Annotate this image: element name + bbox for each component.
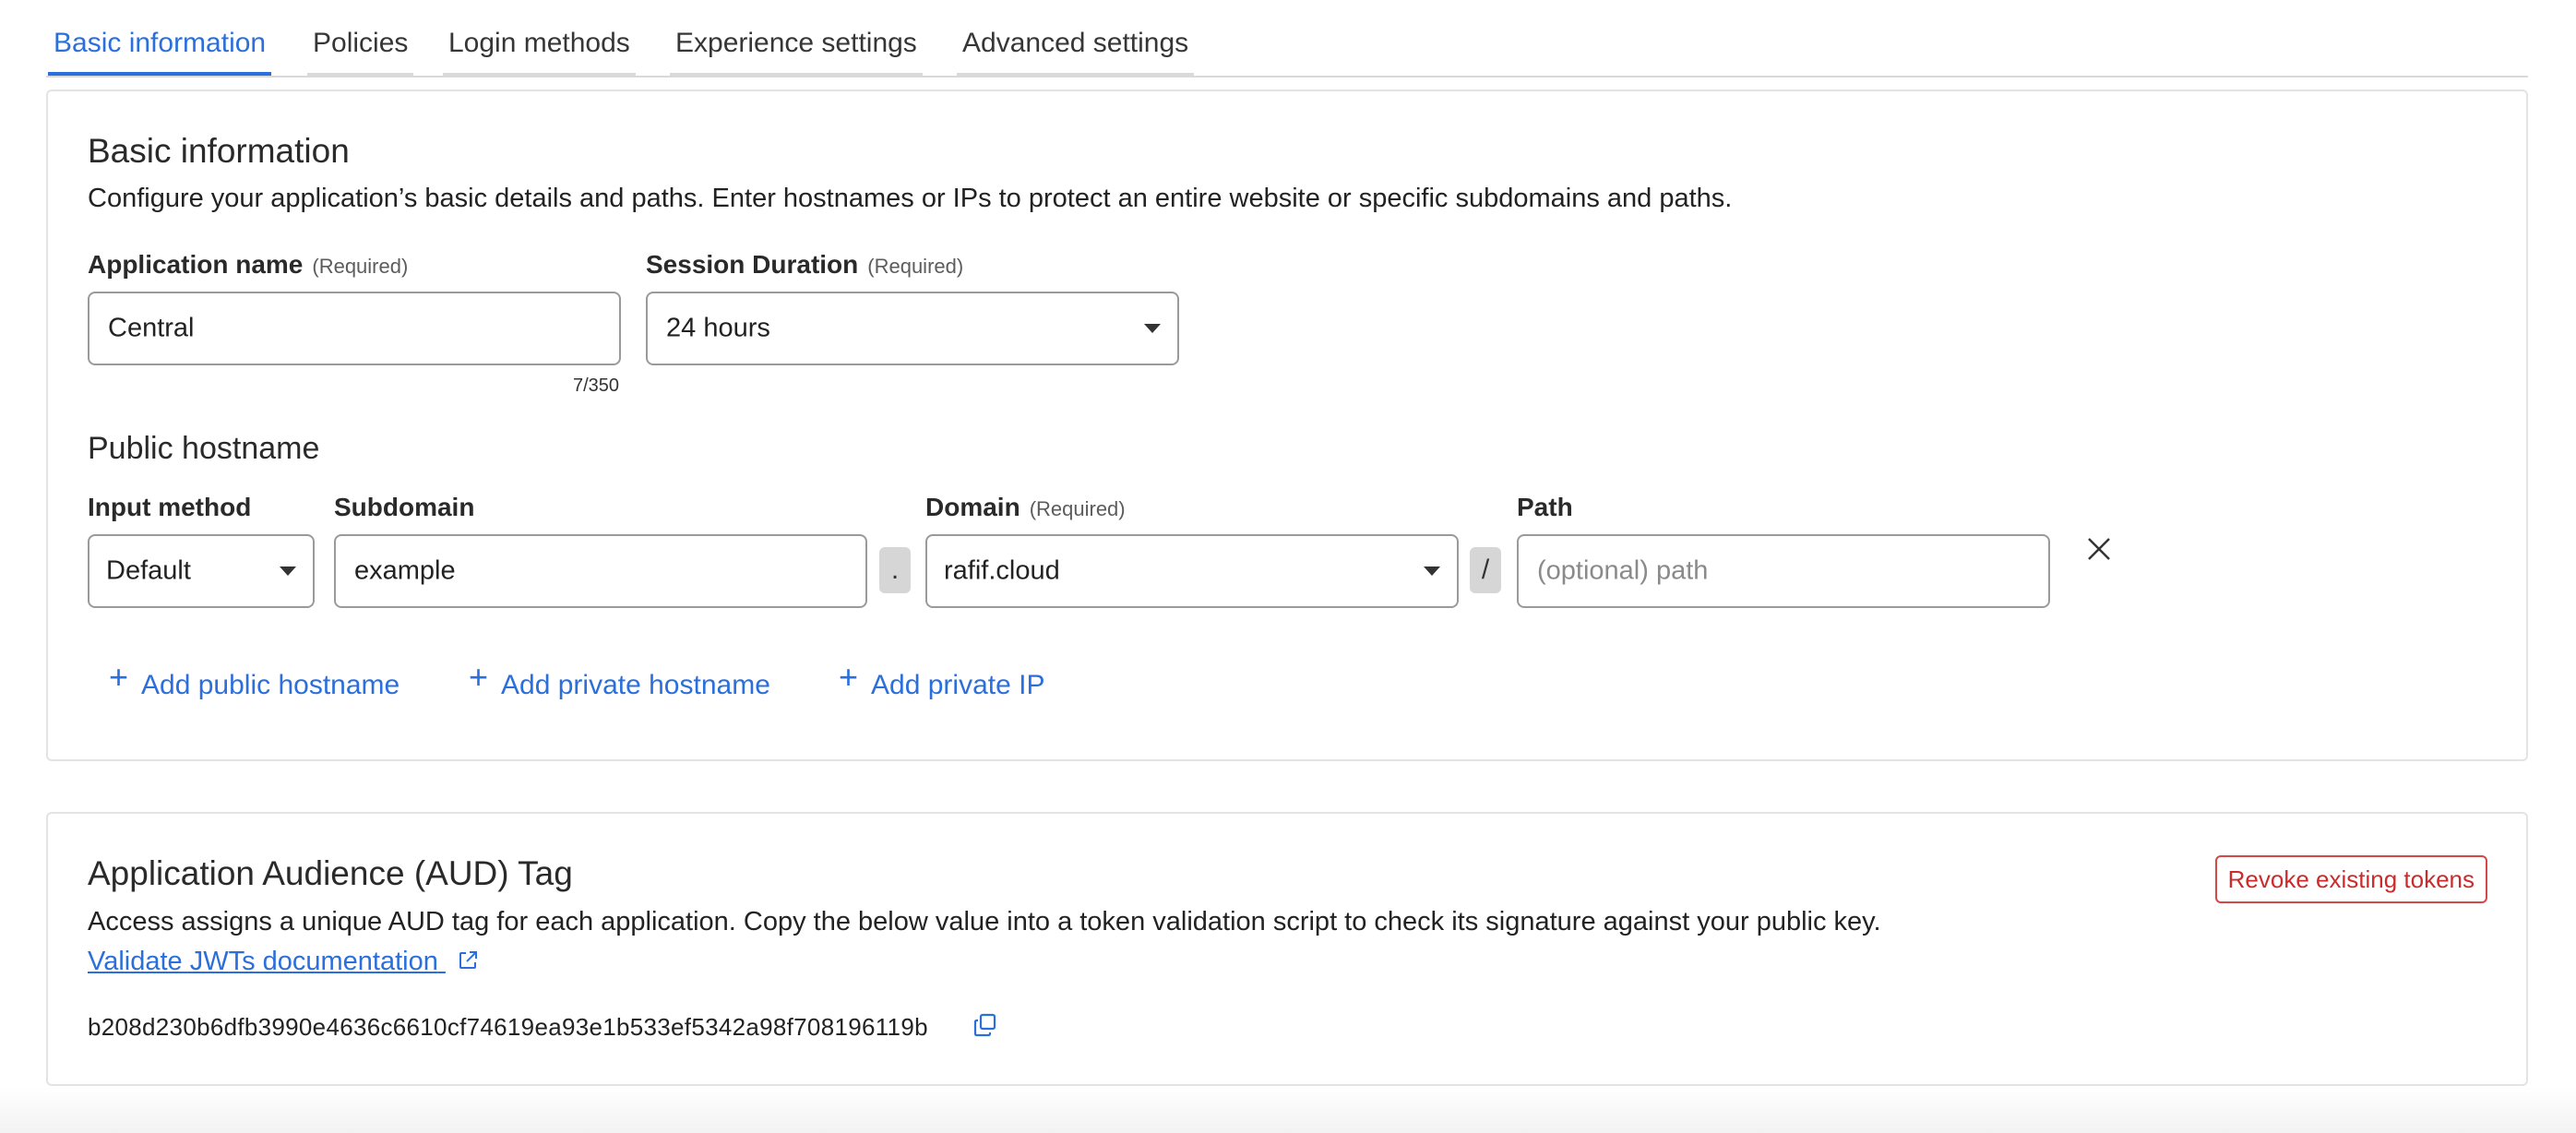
session-duration-select[interactable]: 24 hours xyxy=(646,292,1179,365)
page-bottom-edge xyxy=(0,1087,2576,1133)
application-name-label: Application name (Required) xyxy=(88,250,408,280)
add-private-ip-link[interactable]: + Add private IP xyxy=(839,658,1045,702)
tab-bar: Basic information Policies Login methods… xyxy=(46,20,2528,78)
input-method-select[interactable]: Default xyxy=(88,534,315,608)
revoke-existing-tokens-button[interactable]: Revoke existing tokens xyxy=(2214,855,2487,903)
add-public-hostname-link[interactable]: + Add public hostname xyxy=(109,658,400,702)
section-title-public-hostname: Public hostname xyxy=(88,431,320,466)
required-hint: (Required) xyxy=(312,255,409,278)
path-input[interactable]: (optional) path xyxy=(1517,534,2050,608)
validate-jwts-documentation-label: Validate JWTs documentation xyxy=(88,947,438,976)
input-method-label: Input method xyxy=(88,493,252,521)
basic-information-card: Basic information Configure your applica… xyxy=(46,89,2528,761)
domain-value: rafif.cloud xyxy=(944,555,1060,586)
copy-icon[interactable] xyxy=(972,1012,998,1038)
application-name-label-text: Application name xyxy=(88,250,304,279)
slash-separator: / xyxy=(1470,547,1501,593)
domain-label-text: Domain xyxy=(925,493,1020,521)
add-private-hostname-label: Add private hostname xyxy=(501,670,770,700)
chevron-down-icon xyxy=(280,566,296,576)
section-title-aud-tag: Application Audience (AUD) Tag xyxy=(88,854,573,892)
add-public-hostname-label: Add public hostname xyxy=(141,670,400,700)
tab-login-methods[interactable]: Login methods xyxy=(443,28,636,76)
close-icon[interactable] xyxy=(2083,533,2115,565)
subdomain-label: Subdomain xyxy=(334,493,475,521)
application-name-input[interactable]: Central xyxy=(88,292,621,365)
aud-tag-card: Application Audience (AUD) Tag Revoke ex… xyxy=(46,812,2528,1086)
application-name-char-counter: 7/350 xyxy=(573,376,620,396)
required-hint: (Required) xyxy=(1029,497,1126,520)
subdomain-value: example xyxy=(354,555,456,586)
subdomain-input[interactable]: example xyxy=(334,534,867,608)
plus-icon: + xyxy=(109,658,129,696)
tab-experience-settings[interactable]: Experience settings xyxy=(670,28,923,76)
session-duration-label: Session Duration (Required) xyxy=(646,250,963,280)
session-duration-value: 24 hours xyxy=(666,313,770,343)
add-private-ip-label: Add private IP xyxy=(871,670,1045,700)
required-hint: (Required) xyxy=(867,255,964,278)
validate-jwts-documentation-link[interactable]: Validate JWTs documentation xyxy=(88,947,479,977)
session-duration-label-text: Session Duration xyxy=(646,250,859,279)
tab-policies[interactable]: Policies xyxy=(307,28,414,76)
aud-tag-description: Access assigns a unique AUD tag for each… xyxy=(88,907,1881,936)
tab-advanced-settings[interactable]: Advanced settings xyxy=(957,28,1195,76)
dot-separator: . xyxy=(879,547,911,593)
plus-icon: + xyxy=(839,658,859,696)
aud-tag-value: b208d230b6dfb3990e4636c6610cf74619ea93e1… xyxy=(88,1013,928,1041)
tab-basic-information[interactable]: Basic information xyxy=(48,28,272,76)
domain-label: Domain (Required) xyxy=(925,493,1126,522)
chevron-down-icon xyxy=(1144,324,1161,333)
add-private-hostname-link[interactable]: + Add private hostname xyxy=(469,658,770,702)
application-name-value: Central xyxy=(108,313,195,343)
input-method-value: Default xyxy=(106,555,191,586)
path-placeholder: (optional) path xyxy=(1537,555,1709,586)
basic-information-description: Configure your application’s basic detai… xyxy=(88,184,1733,213)
external-link-icon xyxy=(459,951,477,969)
chevron-down-icon xyxy=(1424,566,1440,576)
path-label: Path xyxy=(1517,493,1573,521)
domain-select[interactable]: rafif.cloud xyxy=(925,534,1459,608)
plus-icon: + xyxy=(469,658,489,696)
section-title-basic-information: Basic information xyxy=(88,132,350,170)
